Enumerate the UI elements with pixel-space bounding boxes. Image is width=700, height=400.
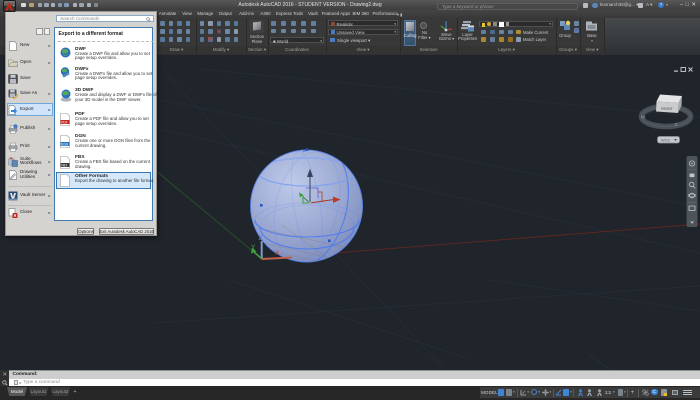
svg-text:WCS: WCS (661, 139, 670, 143)
svg-text:W: W (641, 115, 646, 120)
svg-text:Z: Z (259, 235, 263, 242)
svg-text:X: X (275, 250, 280, 257)
svg-text:FBX: FBX (61, 163, 68, 167)
svg-text:PDF: PDF (61, 120, 67, 124)
svg-text:Y: Y (251, 244, 256, 251)
svg-text:DGN: DGN (60, 142, 68, 146)
svg-text:FRONT: FRONT (661, 107, 673, 111)
svg-text:S: S (675, 122, 678, 127)
